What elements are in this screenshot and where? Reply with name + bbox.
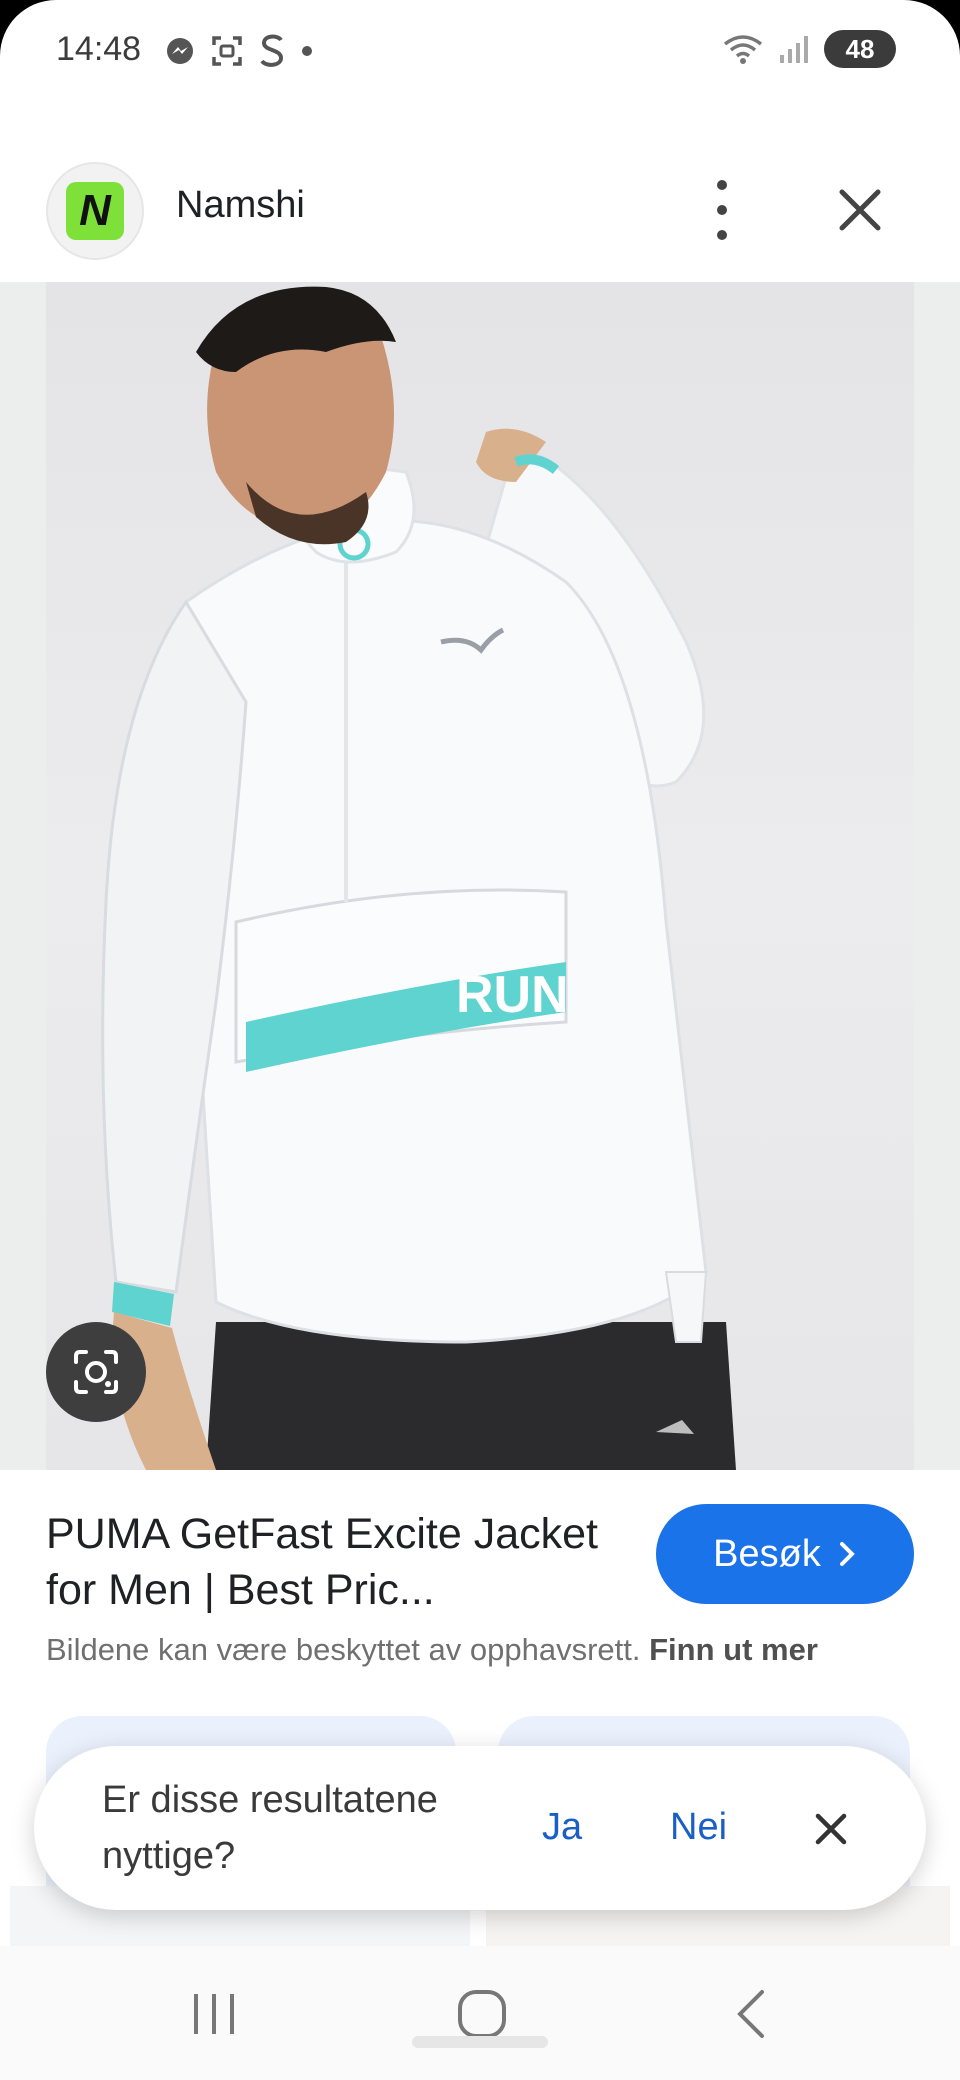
google-lens-icon <box>74 1350 118 1394</box>
recents-icon <box>194 1994 234 2034</box>
learn-more-link[interactable]: Finn ut mer <box>649 1632 818 1667</box>
notification-icons <box>164 32 314 70</box>
chevron-right-icon <box>839 1542 855 1566</box>
messenger-icon <box>167 38 193 64</box>
close-icon[interactable] <box>806 1804 856 1854</box>
feedback-question: Er disse resultatene nyttige? <box>102 1779 438 1877</box>
feedback-yes-button[interactable]: Ja <box>542 1806 582 1849</box>
image-viewer[interactable]: RUN <box>0 282 960 1470</box>
product-photo[interactable]: RUN <box>46 282 914 1470</box>
more-options-button[interactable] <box>700 180 744 240</box>
visit-button[interactable]: Besøk <box>656 1504 914 1604</box>
feedback-no-button[interactable]: Nei <box>670 1806 727 1849</box>
system-icons: 48 <box>722 30 896 68</box>
signal-icon <box>780 36 808 63</box>
logo-letter: N <box>66 182 124 240</box>
feedback-card: Er disse resultatene nyttige? Ja Nei <box>34 1746 926 1910</box>
jacket-run-text: RUN <box>456 966 569 1024</box>
gesture-handle <box>412 2036 548 2048</box>
visit-label: Besøk <box>713 1532 821 1575</box>
close-icon[interactable] <box>830 180 890 240</box>
wifi-icon <box>723 35 763 64</box>
back-icon <box>737 1990 764 2038</box>
system-nav-bar <box>0 1946 960 2080</box>
home-icon <box>458 1990 506 2038</box>
dot-icon <box>302 46 312 56</box>
recent-apps-button[interactable] <box>154 1976 274 2052</box>
result-title[interactable]: PUMA GetFast Excite Jacket for Men | Bes… <box>46 1506 606 1618</box>
back-button[interactable] <box>690 1976 810 2052</box>
result-info: PUMA GetFast Excite Jacket for Men | Bes… <box>0 1470 960 1730</box>
more-vert-icon <box>717 180 727 190</box>
copyright-text: Bildene kan være beskyttet av opphavsret… <box>46 1632 641 1667</box>
site-name[interactable]: Namshi <box>176 184 305 227</box>
screenshot-icon <box>212 36 242 66</box>
copyright-notice: Bildene kan være beskyttet av opphavsret… <box>46 1632 818 1668</box>
s-icon <box>260 34 284 67</box>
site-logo[interactable]: N <box>46 162 144 260</box>
jacket-illustration: RUN <box>101 286 736 1470</box>
lens-search-button[interactable] <box>46 1322 146 1422</box>
battery-indicator: 48 <box>824 30 896 68</box>
status-time: 14:48 <box>56 30 142 68</box>
status-bar: 14:48 48 <box>0 0 960 106</box>
screen: 14:48 48 N Namshi RUN PUMA GetFast Excit… <box>0 0 960 2080</box>
source-header: N Namshi <box>0 140 960 280</box>
